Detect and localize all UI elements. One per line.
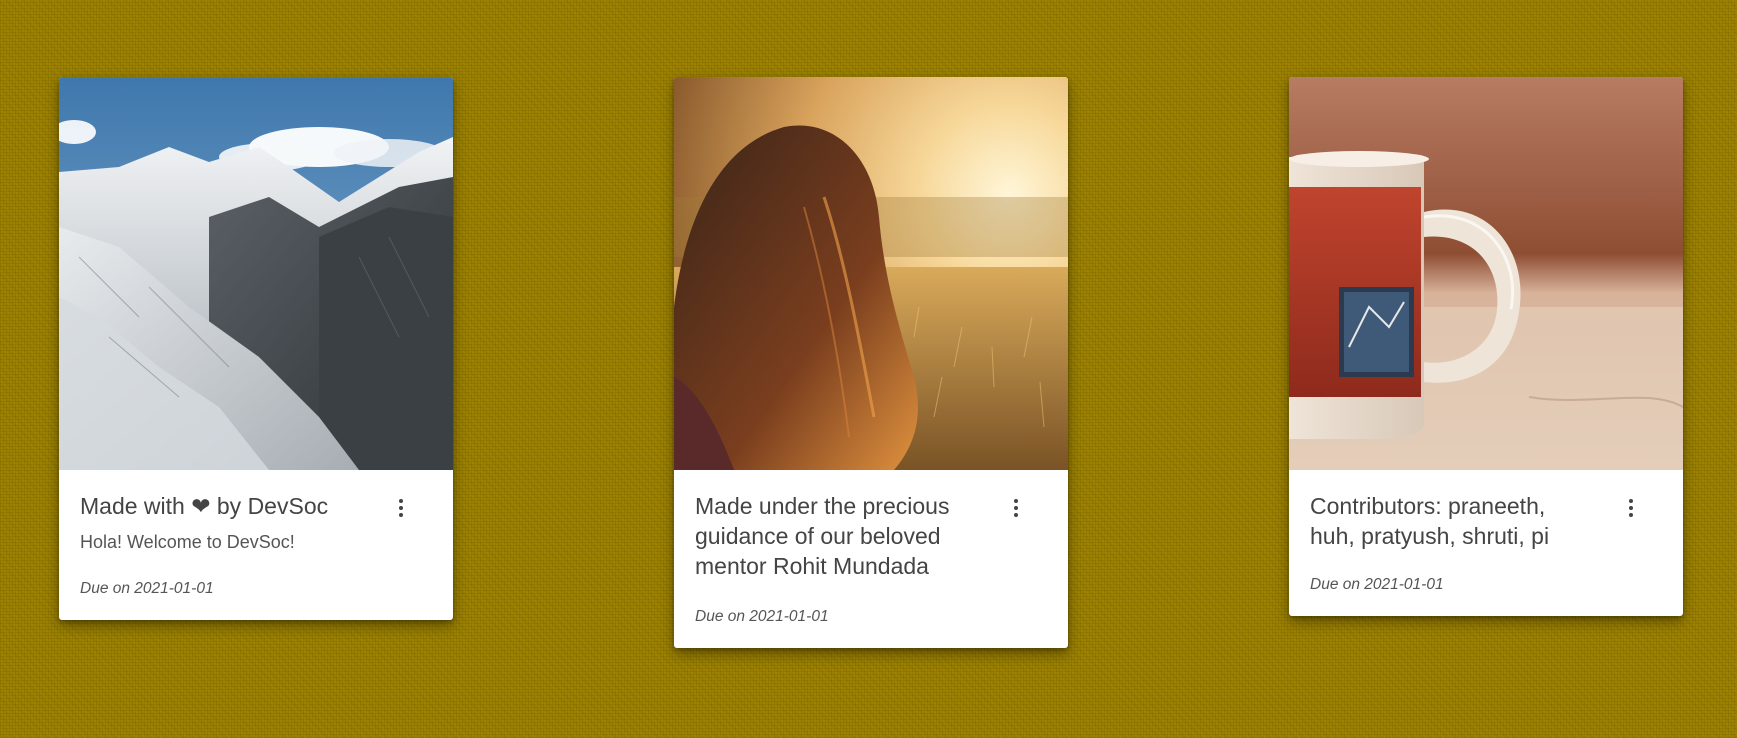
mountain-landscape-image <box>59 77 453 470</box>
vertical-dots-icon <box>1014 499 1018 517</box>
heart-icon: ❤ <box>191 493 211 519</box>
coffee-mug-image <box>1289 77 1683 470</box>
card-content: Made with ❤ by DevSoc Hola! Welcome to D… <box>59 470 453 620</box>
card-title: Contributors: praneeth, huh, pratyush, s… <box>1310 493 1550 549</box>
more-options-button[interactable] <box>1619 496 1643 520</box>
card-title: Made with ❤ by DevSoc <box>80 491 432 521</box>
girl-sunset-field-image <box>674 77 1068 470</box>
card-mentor: Made under the precious guidance of our … <box>674 77 1068 648</box>
card-content: Contributors: praneeth, huh, pratyush, s… <box>1289 470 1683 616</box>
card-contributors: Contributors: praneeth, huh, pratyush, s… <box>1289 77 1683 616</box>
card-content: Made under the precious guidance of our … <box>674 470 1068 648</box>
due-date: Due on 2021-01-01 <box>695 608 829 625</box>
more-options-button[interactable] <box>1004 496 1028 520</box>
vertical-dots-icon <box>1629 499 1633 517</box>
title-suffix: by DevSoc <box>216 493 329 519</box>
due-date: Due on 2021-01-01 <box>1310 576 1444 593</box>
card-text: Hola! Welcome to DevSoc! <box>80 532 295 552</box>
due-date: Due on 2021-01-01 <box>80 580 214 597</box>
vertical-dots-icon <box>399 499 403 517</box>
card-title: Made under the precious guidance of our … <box>695 493 950 579</box>
card-devsoc: Made with ❤ by DevSoc Hola! Welcome to D… <box>59 77 453 620</box>
title-prefix: Made with <box>80 493 185 519</box>
more-options-button[interactable] <box>389 496 413 520</box>
